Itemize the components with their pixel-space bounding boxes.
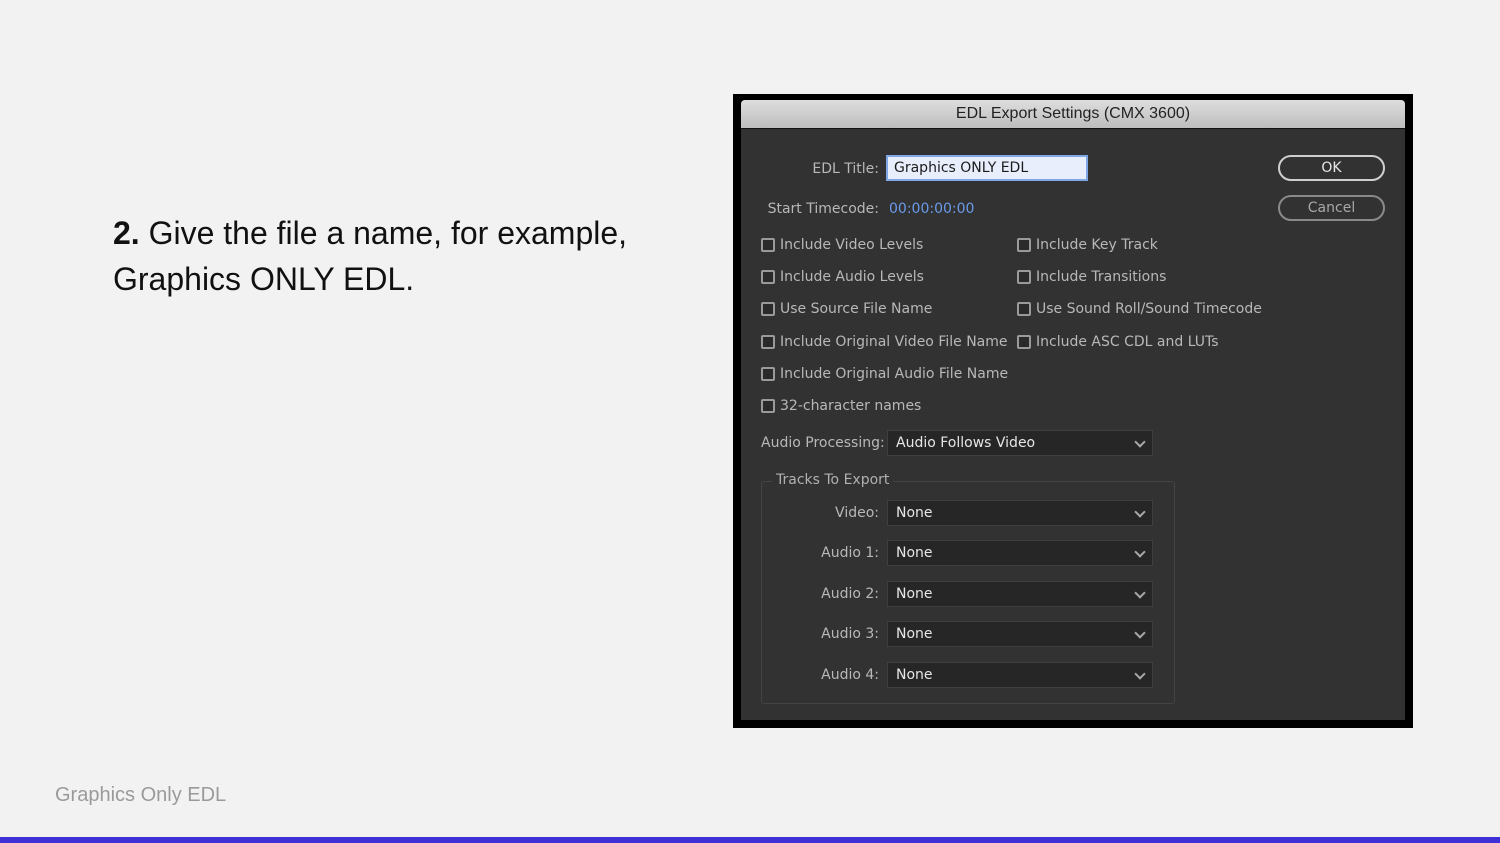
edl-title-label: EDL Title: [812, 161, 879, 177]
audio4-track-label: Audio 4: [821, 667, 879, 683]
include-video-levels-checkbox[interactable]: Include Video Levels [761, 237, 923, 253]
checkbox-box[interactable] [761, 335, 775, 349]
checkbox-box[interactable] [761, 399, 775, 413]
step-text: Give the file a name, for example, Graph… [113, 215, 628, 297]
step-number: 2. [113, 215, 140, 251]
select-value: Audio Follows Video [896, 435, 1036, 451]
include-transitions-checkbox[interactable]: Include Transitions [1017, 269, 1166, 285]
chevron-down-icon [1134, 627, 1146, 639]
checkbox-label: Use Source File Name [780, 301, 933, 317]
checkbox-box[interactable] [761, 238, 775, 252]
include-key-track-checkbox[interactable]: Include Key Track [1017, 237, 1158, 253]
audio4-track-select[interactable]: None [887, 662, 1153, 688]
checkbox-box[interactable] [761, 302, 775, 316]
checkbox-box[interactable] [761, 367, 775, 381]
checkbox-label: Include Video Levels [780, 237, 924, 253]
checkbox-box[interactable] [1017, 335, 1031, 349]
checkbox-label: Include ASC CDL and LUTs [1036, 334, 1219, 350]
select-value: None [896, 586, 933, 602]
audio1-track-select[interactable]: None [887, 540, 1153, 566]
checkbox-label: Include Transitions [1036, 269, 1167, 285]
checkbox-box[interactable] [1017, 302, 1031, 316]
use-sound-roll-checkbox[interactable]: Use Sound Roll/Sound Timecode [1017, 301, 1262, 317]
select-value: None [896, 545, 933, 561]
edl-title-input[interactable]: Graphics ONLY EDL [886, 155, 1088, 181]
audio-processing-select[interactable]: Audio Follows Video [887, 430, 1153, 456]
cancel-button[interactable]: Cancel [1278, 195, 1385, 221]
select-value: None [896, 626, 933, 642]
audio3-track-label: Audio 3: [821, 626, 879, 642]
use-source-file-name-checkbox[interactable]: Use Source File Name [761, 301, 932, 317]
chevron-down-icon [1134, 546, 1146, 558]
select-value: None [896, 505, 933, 521]
checkbox-label: Include Audio Levels [780, 269, 924, 285]
dialog-screenshot-frame: EDL Export Settings (CMX 3600) EDL Title… [733, 94, 1413, 728]
edl-export-dialog: EDL Export Settings (CMX 3600) EDL Title… [741, 100, 1405, 720]
chevron-down-icon [1134, 668, 1146, 680]
audio-processing-label: Audio Processing: [761, 435, 885, 451]
dialog-title: EDL Export Settings (CMX 3600) [741, 100, 1405, 129]
chevron-down-icon [1134, 506, 1146, 518]
footer-label: Graphics Only EDL [55, 784, 227, 806]
checkbox-label: Include Original Video File Name [780, 334, 1008, 350]
audio2-track-select[interactable]: None [887, 581, 1153, 607]
chevron-down-icon [1134, 436, 1146, 448]
checkbox-box[interactable] [1017, 270, 1031, 284]
select-value: None [896, 667, 933, 683]
include-original-audio-file-name-checkbox[interactable]: Include Original Audio File Name [761, 366, 1008, 382]
checkbox-label: Include Key Track [1036, 237, 1158, 253]
audio3-track-select[interactable]: None [887, 621, 1153, 647]
start-timecode-label: Start Timecode: [767, 201, 879, 217]
start-timecode-field[interactable]: 00:00:00:00 [889, 201, 974, 217]
accent-bar [0, 837, 1500, 843]
32-character-names-checkbox[interactable]: 32-character names [761, 398, 921, 414]
include-asc-cdl-luts-checkbox[interactable]: Include ASC CDL and LUTs [1017, 334, 1219, 350]
include-audio-levels-checkbox[interactable]: Include Audio Levels [761, 269, 924, 285]
checkbox-box[interactable] [1017, 238, 1031, 252]
video-track-label: Video: [835, 505, 879, 521]
checkbox-label: 32-character names [780, 398, 922, 414]
checkbox-label: Include Original Audio File Name [780, 366, 1009, 382]
checkbox-label: Use Sound Roll/Sound Timecode [1036, 301, 1262, 317]
video-track-select[interactable]: None [887, 500, 1153, 526]
chevron-down-icon [1134, 587, 1146, 599]
audio2-track-label: Audio 2: [821, 586, 879, 602]
audio1-track-label: Audio 1: [821, 545, 879, 561]
checkbox-box[interactable] [761, 270, 775, 284]
tracks-to-export-title: Tracks To Export [772, 472, 894, 488]
ok-button[interactable]: OK [1278, 155, 1385, 181]
step-instruction: 2. Give the file a name, for example, Gr… [113, 210, 673, 302]
include-original-video-file-name-checkbox[interactable]: Include Original Video File Name [761, 334, 1008, 350]
